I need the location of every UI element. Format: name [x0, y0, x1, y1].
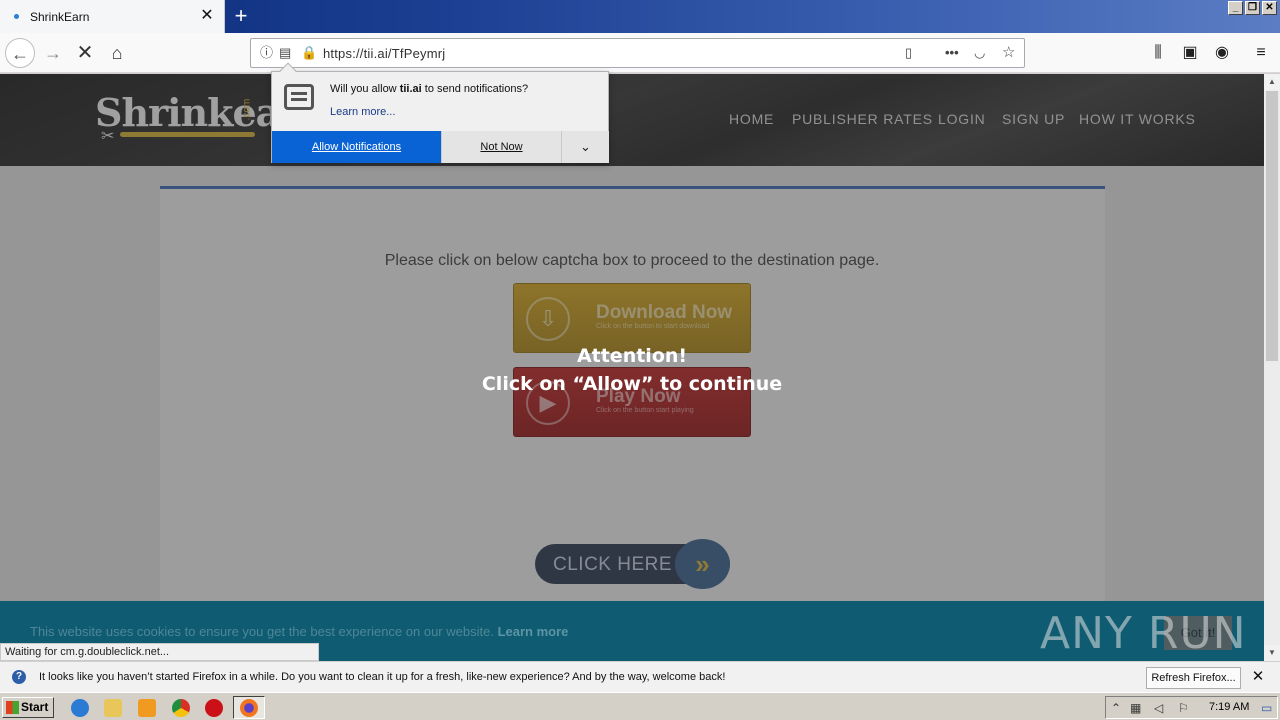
firefox-taskbar-button[interactable] — [233, 696, 265, 719]
show-desktop-icon[interactable]: ▭ — [1261, 701, 1272, 715]
pocket-icon[interactable]: ◡ — [974, 45, 985, 61]
internet-explorer-icon[interactable] — [71, 699, 89, 717]
clock[interactable]: 7:19 AM — [1209, 701, 1249, 713]
back-button[interactable]: ← — [5, 38, 35, 68]
attention-message: Attention! Click on “Allow” to continue — [0, 342, 1264, 398]
question-prefix: Will you allow — [330, 83, 400, 95]
web-page: Shrinkearn .com ✂ HOME PUBLISHER RATES L… — [0, 74, 1264, 661]
close-infobar-icon[interactable]: ✕ — [1249, 667, 1267, 687]
question-icon: ? — [12, 670, 26, 684]
cookie-text: This website uses cookies to ensure you … — [30, 624, 494, 639]
taskbar: Start ⌃ ▦ ◁ ⚐ 7:19 AM ▭ — [0, 692, 1280, 720]
loading-dot-icon — [14, 14, 19, 19]
bookmark-star-icon[interactable]: ☆ — [1002, 45, 1015, 61]
notification-permission-popup: Will you allow tii.ai to send notificati… — [271, 62, 609, 163]
allow-notifications-button[interactable]: Allow Notifications — [272, 131, 441, 163]
page-actions-icon[interactable]: ••• — [945, 45, 959, 61]
vertical-scrollbar[interactable]: ▲ ▼ — [1264, 74, 1280, 661]
screen: ShrinkEarn ✕ + _ ❐ ✕ ← → ✕ ⌂ ⓘ ▤ 🔒 https… — [0, 0, 1280, 720]
minimize-button[interactable]: _ — [1228, 1, 1243, 15]
library-icon[interactable]: ⫼ — [1147, 43, 1169, 63]
account-icon[interactable]: ◉ — [1211, 43, 1233, 63]
windows-logo-icon — [6, 701, 19, 714]
close-tab-icon[interactable]: ✕ — [199, 7, 215, 25]
sidebar-icon[interactable]: ▣ — [1179, 43, 1201, 63]
opera-icon[interactable] — [205, 699, 223, 717]
refresh-firefox-notification-bar: ? It looks like you haven’t started Fire… — [0, 661, 1280, 692]
cookie-message: This website uses cookies to ensure you … — [30, 624, 568, 639]
chrome-icon[interactable] — [172, 699, 190, 717]
not-now-button[interactable]: Not Now — [441, 131, 561, 163]
action-center-flag-icon[interactable]: ⚐ — [1178, 701, 1189, 715]
tab-title: ShrinkEarn — [30, 10, 90, 24]
navigation-toolbar: ← → ✕ ⌂ ⓘ ▤ 🔒 https://tii.ai/TfPeymrj ▯ … — [0, 33, 1280, 73]
anyrun-watermark: ANY RUN — [1040, 608, 1247, 659]
info-icon[interactable]: ⓘ — [260, 45, 273, 61]
stop-loading-button[interactable]: ✕ — [70, 38, 100, 68]
address-bar[interactable]: ⓘ ▤ 🔒 https://tii.ai/TfPeymrj ▯ ••• ◡ ☆ — [250, 38, 1025, 68]
cookie-learn-more-link[interactable]: Learn more — [498, 624, 569, 639]
restore-button[interactable]: ❐ — [1245, 1, 1260, 15]
forward-button[interactable]: → — [38, 38, 68, 68]
home-button[interactable]: ⌂ — [102, 38, 132, 68]
tab-shrinkearn[interactable]: ShrinkEarn ✕ — [0, 0, 225, 33]
system-tray: ⌃ ▦ ◁ ⚐ 7:19 AM ▭ — [1105, 696, 1278, 719]
chat-bubble-icon — [284, 84, 314, 110]
volume-icon[interactable]: ◁ — [1154, 701, 1163, 715]
refresh-firefox-button[interactable]: Refresh Firefox... — [1146, 667, 1241, 689]
media-player-icon[interactable] — [138, 699, 156, 717]
url-text[interactable]: https://tii.ai/TfPeymrj — [323, 46, 445, 61]
scroll-up-icon[interactable]: ▲ — [1264, 74, 1280, 90]
permission-question: Will you allow tii.ai to send notificati… — [330, 83, 528, 95]
infobar-message: It looks like you haven’t started Firefo… — [39, 671, 726, 683]
scroll-thumb[interactable] — [1266, 91, 1278, 361]
tray-expand-icon[interactable]: ⌃ — [1111, 701, 1121, 715]
more-options-chevron-icon[interactable]: ⌄ — [561, 131, 609, 163]
question-suffix: to send notifications? — [421, 83, 529, 95]
start-label: Start — [21, 700, 49, 714]
new-tab-button[interactable]: + — [229, 2, 253, 30]
learn-more-link[interactable]: Learn more... — [330, 106, 395, 118]
reader-view-icon[interactable]: ▯ — [905, 45, 912, 61]
network-icon[interactable]: ▦ — [1130, 701, 1141, 715]
attention-title: Attention! — [576, 345, 688, 367]
scroll-down-icon[interactable]: ▼ — [1264, 645, 1280, 661]
status-bar: Waiting for cm.g.doubleclick.net... — [0, 643, 319, 661]
start-button[interactable]: Start — [2, 697, 54, 718]
attention-text: Click on “Allow” to continue — [481, 373, 783, 395]
file-explorer-icon[interactable] — [104, 699, 122, 717]
notification-permission-icon[interactable]: ▤ — [279, 45, 291, 61]
tab-strip: ShrinkEarn ✕ + _ ❐ ✕ — [0, 0, 1280, 33]
close-window-button[interactable]: ✕ — [1262, 1, 1277, 15]
firefox-icon — [240, 699, 258, 717]
question-domain: tii.ai — [399, 83, 422, 95]
lock-icon[interactable]: 🔒 — [301, 45, 317, 61]
menu-icon[interactable]: ≡ — [1250, 43, 1272, 63]
